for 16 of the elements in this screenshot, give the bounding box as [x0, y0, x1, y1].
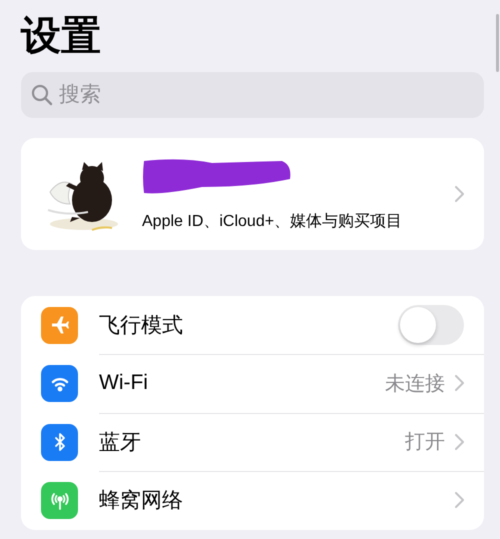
setting-label[interactable]: 蜂窝网络	[99, 486, 455, 514]
setting-label[interactable]: 飞行模式	[99, 310, 398, 339]
toggle-switch[interactable]	[398, 304, 464, 345]
chevron-icon	[455, 186, 464, 202]
search-field[interactable]: 搜索	[21, 72, 484, 118]
page-title: 设置	[21, 13, 102, 60]
chevron-icon	[455, 375, 464, 392]
profile-card[interactable]: Apple ID、iCloud+、媒体与购买项目	[21, 138, 484, 250]
setting-label[interactable]: 蓝牙	[99, 428, 405, 456]
chevron-icon	[455, 434, 464, 450]
setting-value: 打开	[405, 430, 445, 456]
chevron-icon	[455, 492, 464, 508]
setting-label[interactable]: Wi-Fi	[99, 371, 385, 396]
scroll-indicator	[496, 14, 499, 72]
profile-subtitle: Apple ID、iCloud+、媒体与购买项目	[142, 212, 404, 232]
setting-value: 未连接	[385, 372, 445, 397]
